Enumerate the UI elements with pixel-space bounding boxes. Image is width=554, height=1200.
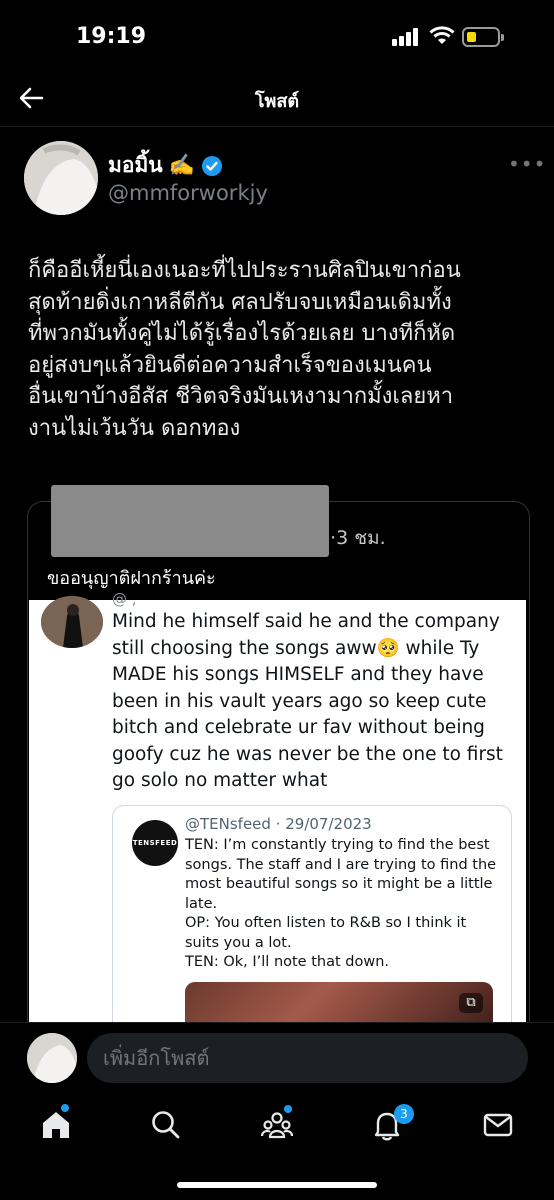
more-options-icon[interactable]: ••• bbox=[508, 152, 546, 176]
status-time: 19:19 bbox=[76, 24, 147, 49]
battery-icon bbox=[462, 27, 504, 47]
tab-communities[interactable] bbox=[260, 1105, 294, 1142]
tensfeed-logo: TENSFEED bbox=[132, 820, 178, 866]
home-unread-dot bbox=[61, 1104, 69, 1112]
page-title: โพสต์ bbox=[254, 91, 300, 112]
screenshot-reply-text: Mind he himself said he and the company … bbox=[112, 611, 503, 791]
writing-hand-emoji: ✍️ bbox=[168, 153, 195, 177]
screenshot-handle: @ , bbox=[112, 590, 137, 608]
media-type-icon: ⧉ bbox=[459, 993, 483, 1013]
communities-unread-dot bbox=[284, 1105, 292, 1113]
home-indicator[interactable] bbox=[177, 1182, 377, 1188]
screenshot-avatar bbox=[41, 596, 103, 648]
inner-quote-text: TEN: I’m constantly trying to find the b… bbox=[185, 837, 497, 970]
composer-divider bbox=[0, 1022, 554, 1023]
cellular-signal-icon bbox=[392, 28, 418, 46]
tab-messages[interactable] bbox=[481, 1108, 515, 1142]
quoted-post-text: ขออนุญาติฝากร้านค่ะ bbox=[47, 568, 216, 589]
author-name-text: มอมิ้น bbox=[108, 153, 163, 177]
notification-badge: 3 bbox=[394, 1104, 414, 1124]
header-divider bbox=[0, 126, 554, 127]
reply-input[interactable]: เพิ่มอีกโพสต์ bbox=[87, 1033, 528, 1083]
composer-avatar bbox=[27, 1033, 77, 1083]
tab-search[interactable] bbox=[149, 1108, 183, 1142]
mail-icon bbox=[483, 1113, 513, 1137]
inner-quote-header: @TENsfeed · 29/07/2023 bbox=[185, 815, 372, 833]
communities-icon bbox=[260, 1112, 294, 1139]
tab-home[interactable] bbox=[39, 1104, 73, 1142]
home-icon bbox=[43, 1112, 69, 1138]
redacted-block bbox=[51, 485, 329, 557]
wifi-icon bbox=[429, 26, 455, 44]
author-handle[interactable]: @mmforworkjy bbox=[108, 181, 268, 205]
search-icon bbox=[152, 1111, 180, 1139]
post-text: ก็คืออีเหี้ยนี่เองเนอะที่ไปประรานศิลปินเ… bbox=[28, 258, 461, 441]
author-name[interactable]: มอมิ้น ✍️ bbox=[108, 149, 223, 182]
author-avatar[interactable] bbox=[24, 141, 98, 215]
verified-badge-icon bbox=[201, 155, 222, 176]
